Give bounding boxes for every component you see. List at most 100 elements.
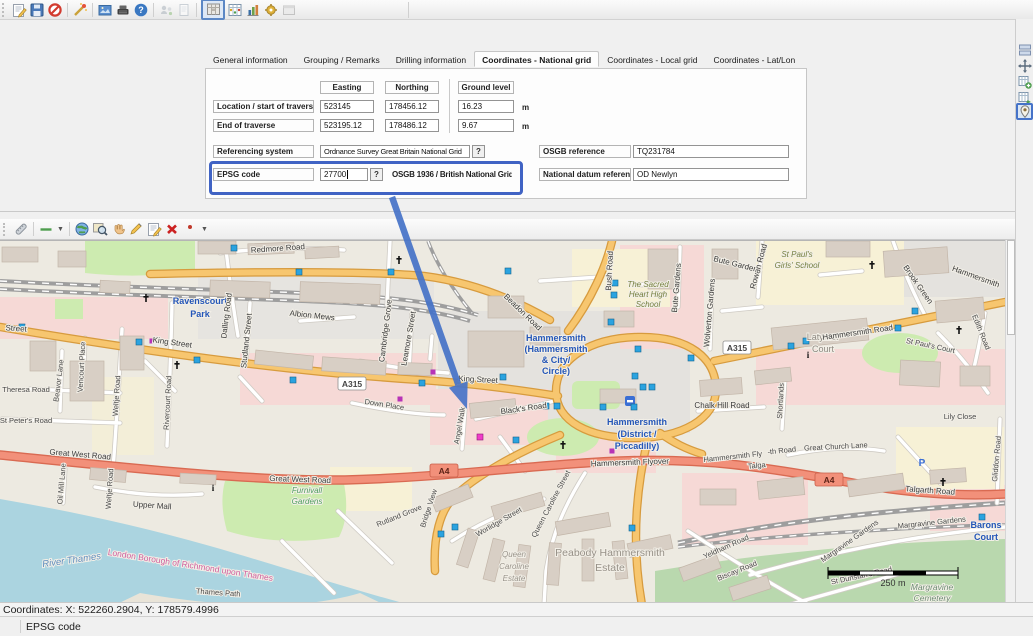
splitter[interactable]	[0, 211, 1015, 212]
map-label: Street	[5, 323, 28, 334]
save-icon[interactable]	[28, 1, 46, 18]
map-label: Ravenscourt	[173, 296, 228, 306]
svg-text:A315: A315	[727, 343, 748, 353]
easting-input-start[interactable]: 523145	[320, 100, 374, 113]
road-badge-a4: A4	[430, 464, 458, 477]
tab-general-information[interactable]: General information	[205, 52, 296, 68]
borehole-marker[interactable]	[608, 319, 614, 325]
pan-hand-icon[interactable]	[109, 221, 127, 238]
map-label: Margravine	[911, 582, 954, 592]
zoom-map-icon[interactable]	[91, 221, 109, 238]
borehole-marker[interactable]	[895, 325, 901, 331]
status-field-hint: EPSG code	[26, 621, 81, 633]
window-icon-disabled	[280, 1, 298, 18]
borehole-marker[interactable]	[629, 525, 635, 531]
borehole-marker[interactable]	[635, 346, 641, 352]
tab-drilling-information[interactable]: Drilling information	[388, 52, 474, 68]
borehole-marker[interactable]	[231, 245, 237, 251]
easting-input-end[interactable]: 523195.12	[320, 119, 374, 132]
borehole-marker[interactable]	[788, 343, 794, 349]
map-label: Furnivall	[292, 486, 322, 495]
national-datum-input[interactable]: OD Newlyn	[633, 168, 789, 181]
scale-label: 250 m	[880, 578, 905, 588]
map-view-button-selected[interactable]	[201, 0, 225, 20]
borehole-marker[interactable]	[554, 403, 560, 409]
ground-level-input-end[interactable]: 9.67	[458, 119, 514, 132]
tab-grouping-remarks[interactable]: Grouping / Remarks	[296, 52, 388, 68]
map-coordinates-readout: Coordinates: X: 522260.2904, Y: 178579.4…	[0, 602, 1033, 616]
line-style-icon[interactable]	[37, 221, 55, 238]
borehole-marker[interactable]	[688, 355, 694, 361]
borehole-marker[interactable]	[388, 269, 394, 275]
road-badge-a4: A4	[815, 473, 843, 486]
chart-icon[interactable]	[244, 1, 262, 18]
table-view-icon[interactable]	[226, 1, 244, 18]
line-style-dropdown-icon[interactable]: ▼	[55, 226, 66, 233]
borehole-marker[interactable]	[296, 269, 302, 275]
globe-icon[interactable]	[73, 221, 91, 238]
borehole-marker[interactable]	[505, 268, 511, 274]
help-icon[interactable]: ?	[132, 1, 150, 18]
map-label: (District /	[617, 429, 657, 439]
referencing-help-button[interactable]: ?	[472, 145, 485, 158]
layers-icon[interactable]	[1018, 43, 1032, 57]
borehole-marker[interactable]	[438, 531, 444, 537]
point-style-dropdown-icon[interactable]: ▼	[199, 226, 210, 233]
borehole-marker[interactable]	[500, 374, 506, 380]
image-icon[interactable]	[96, 1, 114, 18]
tab-strip: General informationGrouping / RemarksDri…	[205, 52, 803, 68]
wizard-icon[interactable]	[71, 1, 89, 18]
borehole-marker[interactable]	[194, 357, 200, 363]
map-label: Park	[190, 309, 211, 319]
borehole-marker[interactable]	[611, 292, 617, 298]
borehole-marker[interactable]	[912, 308, 918, 314]
osgb-reference-input[interactable]: TQ231784	[633, 145, 789, 158]
ground-level-input-start[interactable]: 16.23	[458, 100, 514, 113]
draw-pencil-icon[interactable]	[127, 221, 145, 238]
move-icon[interactable]	[1018, 59, 1032, 73]
map-label: Chalk Hill Road	[694, 401, 749, 410]
borehole-marker[interactable]	[631, 404, 637, 410]
borehole-marker[interactable]	[649, 384, 655, 390]
borehole-marker[interactable]	[136, 339, 142, 345]
borehole-marker[interactable]	[513, 437, 519, 443]
toolbar-grip	[3, 223, 9, 236]
selected-borehole-marker[interactable]	[477, 434, 483, 440]
map-label: Lily Close	[944, 412, 977, 421]
settings-icon[interactable]	[262, 1, 280, 18]
edit-note-icon[interactable]	[10, 1, 28, 18]
epsg-help-button[interactable]: ?	[370, 168, 383, 181]
tab-coordinates-national-grid[interactable]: Coordinates - National grid	[474, 51, 599, 67]
epsg-code-input[interactable]: 27700	[320, 168, 368, 181]
map-viewport[interactable]: iiP A315A315A4A4 Redmore RoadRavenscourt…	[0, 240, 1005, 603]
edit-note-icon[interactable]	[145, 221, 163, 238]
epsg-code-label: EPSG code	[213, 168, 314, 181]
delete-icon[interactable]	[163, 221, 181, 238]
measure-icon[interactable]	[12, 221, 30, 238]
contacts-icon-disabled	[157, 1, 175, 18]
borehole-marker[interactable]	[600, 404, 606, 410]
borehole-marker[interactable]	[632, 373, 638, 379]
point-style-icon[interactable]	[181, 221, 199, 238]
northing-input-end[interactable]: 178486.12	[385, 119, 439, 132]
map-label: & City/	[542, 355, 571, 365]
openstreetmap-canvas[interactable]: iiP A315A315A4A4 Redmore RoadRavenscourt…	[0, 241, 1005, 603]
tab-coordinates-lat-lon[interactable]: Coordinates - Lat/Lon	[705, 52, 803, 68]
tab-coordinates-local-grid[interactable]: Coordinates - Local grid	[599, 52, 705, 68]
map-label: Estate	[503, 574, 526, 583]
map-label: Court	[974, 532, 998, 542]
epsg-description: OSGB 1936 / British National Grid	[392, 170, 512, 179]
borehole-marker[interactable]	[419, 380, 425, 386]
add-grid-icon[interactable]	[1018, 75, 1032, 89]
map-label: (Hammersmith	[524, 344, 587, 354]
cancel-icon[interactable]	[46, 1, 64, 18]
map-label: Peabody Hammersmith	[555, 547, 665, 559]
keyboard-icon[interactable]	[114, 1, 132, 18]
location-pin-button-selected[interactable]	[1016, 103, 1033, 120]
borehole-marker[interactable]	[290, 377, 296, 383]
scrollbar-thumb[interactable]	[1007, 240, 1015, 335]
borehole-marker[interactable]	[452, 524, 458, 530]
borehole-marker[interactable]	[640, 384, 646, 390]
northing-input-start[interactable]: 178456.12	[385, 100, 439, 113]
referencing-system-input[interactable]: Ordnance Survey Great Britain National G…	[320, 145, 470, 158]
